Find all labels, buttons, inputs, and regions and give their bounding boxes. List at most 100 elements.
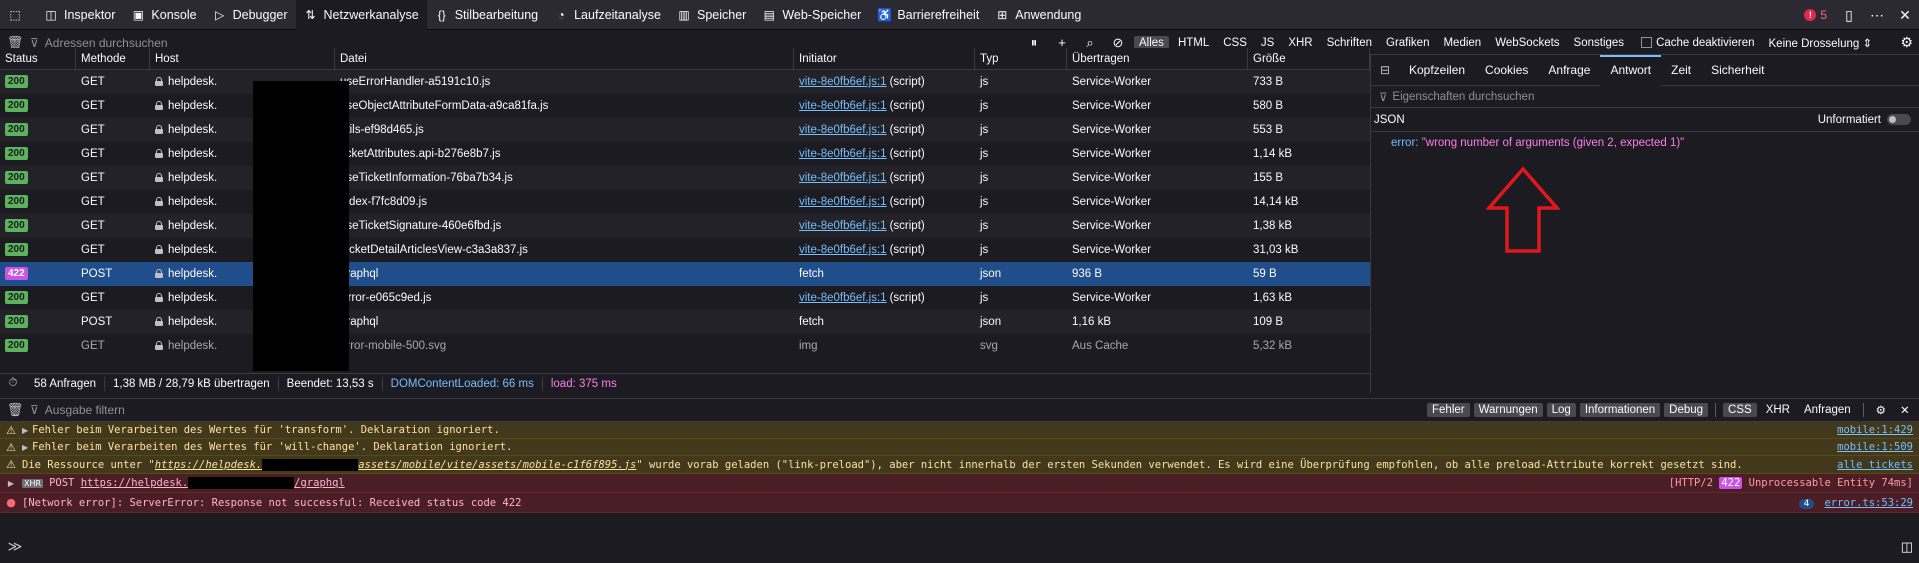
disable-cache-checkbox[interactable]: Cache deaktivieren bbox=[1641, 37, 1755, 49]
table-row[interactable]: 422 POST helpdesk. graphql fetch json 936 B 59 … bbox=[0, 262, 1370, 286]
tab-storage[interactable]: ▤ Web-Speicher bbox=[754, 0, 869, 30]
filter-xhr[interactable]: XHR bbox=[1761, 403, 1795, 417]
tab-response[interactable]: Antwort bbox=[1600, 54, 1662, 86]
col-type[interactable]: Typ bbox=[975, 48, 1067, 70]
expand-icon[interactable]: ▶ bbox=[0, 479, 22, 488]
tab-application[interactable]: ⊞ Anwendung bbox=[987, 0, 1089, 30]
http-status-info[interactable]: [HTTP/2 422 Unprocessable Entity 74ms] bbox=[1669, 477, 1913, 489]
initiator-text[interactable]: vite-8e0fb6ef.js:1 bbox=[799, 196, 887, 208]
table-row[interactable]: 200 GET helpdesk. error-mobile-500.svg img sv… bbox=[0, 334, 1370, 358]
close-icon[interactable]: ✕ bbox=[1895, 402, 1915, 418]
initiator-text[interactable]: vite-8e0fb6ef.js:1 bbox=[799, 292, 887, 304]
tab-performance[interactable]: ◔ Laufzeitanalyse bbox=[546, 0, 669, 30]
cell-initiator: fetch bbox=[794, 262, 975, 286]
console-xhr-error[interactable]: ▶ XHR POST https://helpdesk./graphql [HT… bbox=[0, 474, 1919, 493]
tab-inspector[interactable]: ◫ Inspektor bbox=[36, 0, 123, 30]
initiator-text[interactable]: vite-8e0fb6ef.js:1 bbox=[799, 244, 887, 256]
source-link[interactable]: mobile:1:429 bbox=[1837, 424, 1913, 436]
source-link[interactable]: mobile:1:509 bbox=[1837, 441, 1913, 453]
table-row[interactable]: 200 GET helpdesk. index-f7fc8d09.js vite-8e0… bbox=[0, 190, 1370, 214]
tab-accessibility[interactable]: ♿ Barrierefreiheit bbox=[869, 0, 987, 30]
initiator-text[interactable]: vite-8e0fb6ef.js:1 bbox=[799, 172, 887, 184]
gear-icon[interactable]: ⚙ bbox=[1871, 402, 1891, 418]
close-icon[interactable]: ✕ bbox=[1891, 7, 1919, 24]
cell-size: 580 B bbox=[1253, 100, 1284, 112]
console-filter-input[interactable]: ⊽ Ausgabe filtern bbox=[30, 403, 1425, 417]
tab-style-editor[interactable]: {} Stilbearbeitung bbox=[427, 0, 546, 30]
type-filter-websockets[interactable]: WebSockets bbox=[1490, 36, 1564, 50]
split-console-icon[interactable]: ◫ bbox=[1901, 539, 1913, 555]
table-row[interactable]: 200 GET helpdesk. useObjectAttributeFormDat… bbox=[0, 94, 1370, 118]
more-options-icon[interactable]: ⋯ bbox=[1863, 7, 1891, 24]
level-info[interactable]: Informationen bbox=[1579, 403, 1661, 417]
table-row[interactable]: 200 GET helpdesk. TicketDetailArticlesView-… bbox=[0, 238, 1370, 262]
source-link[interactable]: alle tickets bbox=[1837, 459, 1913, 471]
level-debug[interactable]: Debug bbox=[1664, 403, 1709, 417]
type-filter-media[interactable]: Medien bbox=[1438, 36, 1486, 50]
filter-icon: ⊽ bbox=[30, 403, 39, 417]
responsive-mode-icon[interactable]: ▯ bbox=[1835, 7, 1863, 24]
cell-type: json bbox=[980, 268, 1002, 280]
table-row[interactable]: 200 GET helpdesk. useTicketSignature-460e6f… bbox=[0, 214, 1370, 238]
table-row[interactable]: 200 GET helpdesk. useTicketInformation-76ba… bbox=[0, 166, 1370, 190]
source-link[interactable]: 4 error.ts:53:29 bbox=[1798, 497, 1913, 509]
level-warnings[interactable]: Warnungen bbox=[1473, 403, 1543, 417]
initiator-text[interactable]: vite-8e0fb6ef.js:1 bbox=[799, 124, 887, 136]
tab-headers[interactable]: Kopfzeilen bbox=[1399, 55, 1475, 86]
expand-icon[interactable]: ▶ bbox=[22, 426, 32, 435]
lock-icon bbox=[155, 101, 163, 111]
console-input[interactable]: ≫ ◫ bbox=[0, 530, 1919, 563]
initiator-text[interactable]: vite-8e0fb6ef.js:1 bbox=[799, 76, 887, 88]
request-url[interactable]: https://helpdesk. bbox=[81, 477, 188, 489]
console-warning[interactable]: ⚠ ▶ Fehler beim Verarbeiten des Wertes fü… bbox=[0, 439, 1919, 456]
tab-security[interactable]: Sicherheit bbox=[1701, 55, 1774, 86]
initiator-text[interactable]: vite-8e0fb6ef.js:1 bbox=[799, 220, 887, 232]
table-row[interactable]: 200 POST helpdesk. graphql fetch json 1,16 kB 1… bbox=[0, 310, 1370, 334]
table-row[interactable]: 200 GET helpdesk. useErrorHandler-a5191c10.… bbox=[0, 70, 1370, 94]
initiator-text[interactable]: vite-8e0fb6ef.js:1 bbox=[799, 100, 887, 112]
table-row[interactable]: 200 GET helpdesk. Error-e065c9ed.js vite-8e0… bbox=[0, 286, 1370, 310]
filter-requests[interactable]: Anfragen bbox=[1799, 403, 1856, 417]
raw-toggle[interactable]: Unformatiert bbox=[1818, 114, 1911, 126]
gear-icon[interactable]: ⚙ bbox=[1900, 34, 1913, 51]
request-url-path[interactable]: /graphql bbox=[294, 477, 345, 489]
clear-console-icon[interactable]: 🗑 bbox=[0, 402, 30, 418]
properties-filter-input[interactable]: ⊽ Eigenschaften durchsuchen bbox=[1371, 86, 1919, 108]
tab-timings[interactable]: Zeit bbox=[1661, 55, 1701, 86]
initiator-text[interactable]: vite-8e0fb6ef.js:1 bbox=[799, 148, 887, 160]
tab-network[interactable]: ⇅ Netzwerkanalyse bbox=[295, 0, 427, 30]
sidebar-toggle-icon[interactable]: ⊟ bbox=[1371, 63, 1399, 77]
level-errors[interactable]: Fehler bbox=[1427, 403, 1470, 417]
tab-cookies[interactable]: Cookies bbox=[1475, 55, 1538, 86]
element-picker-button[interactable]: ⬚ bbox=[0, 0, 36, 30]
host-text: helpdesk. bbox=[168, 148, 218, 160]
col-file[interactable]: Datei bbox=[335, 48, 794, 70]
tab-request[interactable]: Anfrage bbox=[1538, 55, 1600, 86]
tab-console[interactable]: ▣ Konsole bbox=[123, 0, 204, 30]
error-count-badge[interactable]: ! 5 bbox=[1796, 8, 1835, 22]
col-method[interactable]: Methode bbox=[76, 48, 150, 70]
tab-debugger[interactable]: ▷ Debugger bbox=[205, 0, 296, 30]
expand-icon[interactable]: ▶ bbox=[22, 443, 32, 452]
console-warning[interactable]: ⚠ ▶ Fehler beim Verarbeiten des Wertes fü… bbox=[0, 422, 1919, 439]
tab-memory[interactable]: ▥ Speicher bbox=[669, 0, 754, 30]
col-size[interactable]: Größe bbox=[1248, 48, 1370, 70]
storage-icon: ▤ bbox=[763, 7, 775, 22]
resource-link[interactable]: https://helpdesk. bbox=[155, 459, 262, 471]
table-row[interactable]: 200 GET helpdesk. utils-ef98d465.js vite-8e0… bbox=[0, 118, 1370, 142]
col-host[interactable]: Host bbox=[150, 48, 335, 70]
throttle-select[interactable]: Keine Drosselung ⇕ bbox=[1769, 36, 1873, 50]
filter-css[interactable]: CSS bbox=[1723, 403, 1757, 417]
col-initiator[interactable]: Initiator bbox=[794, 48, 975, 70]
console-error[interactable]: ● [Network error]: ServerError: Response… bbox=[0, 493, 1919, 513]
type-filter-images[interactable]: Grafiken bbox=[1381, 36, 1434, 50]
type-filter-other[interactable]: Sonstiges bbox=[1569, 36, 1630, 50]
json-section-header[interactable]: JSON Unformatiert bbox=[1371, 108, 1919, 132]
resource-link-path[interactable]: assets/mobile/vite/assets/mobile-c1f6f89… bbox=[358, 459, 636, 471]
console-warning[interactable]: ⚠ Die Ressource unter " https://helpdesk.… bbox=[0, 456, 1919, 474]
level-log[interactable]: Log bbox=[1546, 403, 1576, 417]
col-transferred[interactable]: Übertragen bbox=[1067, 48, 1248, 70]
warning-icon: ⚠ bbox=[6, 440, 16, 454]
table-row[interactable]: 200 GET helpdesk. ticketAttributes.api-b276… bbox=[0, 142, 1370, 166]
col-status[interactable]: Status bbox=[0, 48, 76, 70]
